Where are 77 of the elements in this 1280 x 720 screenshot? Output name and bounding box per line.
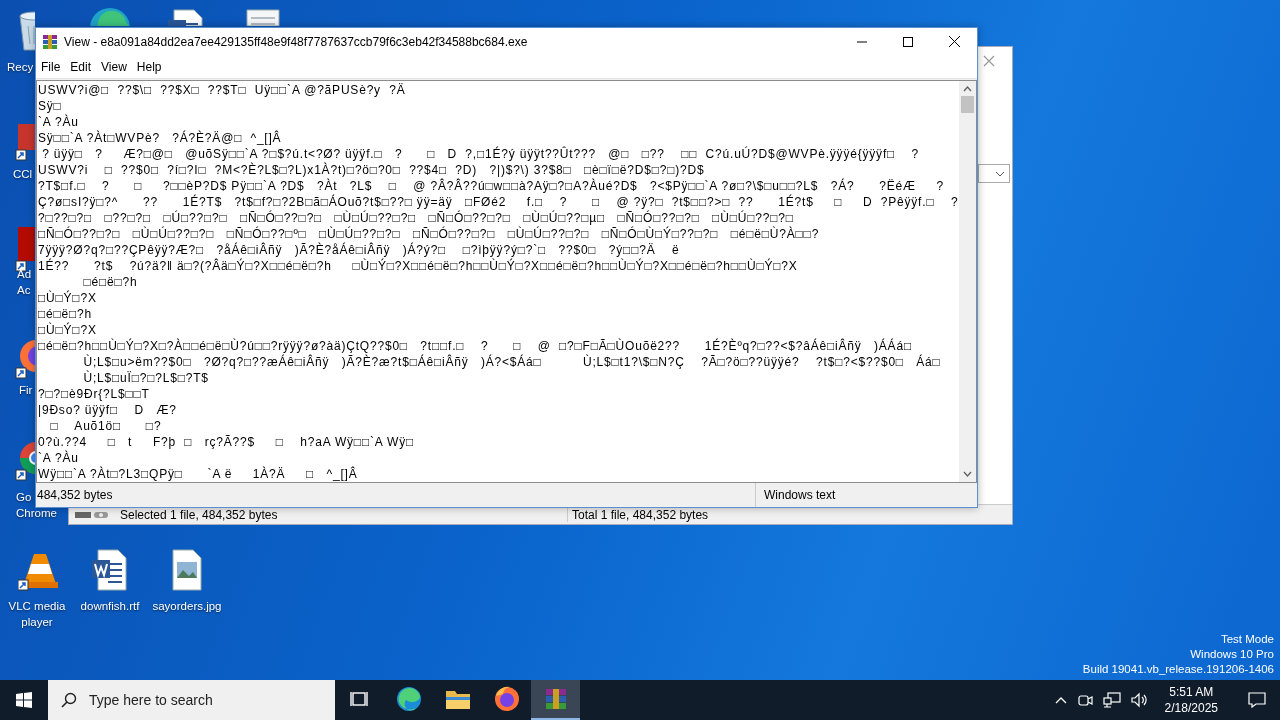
text-line: |9Ðso? üÿÿf□ D Æ? — [38, 402, 178, 418]
system-info-text: Windows 10 Pro — [1190, 647, 1274, 662]
browser-icon — [395, 686, 422, 712]
system-info-text: Test Mode — [1220, 632, 1274, 647]
chevron-down-icon — [995, 170, 1005, 177]
icon-label: CCl — [13, 167, 33, 182]
maximize-icon — [903, 36, 913, 47]
network-icon[interactable] — [1102, 692, 1121, 708]
icon-label: VLC media — [8, 599, 66, 614]
text-line: □Ù□Ý□?X — [38, 322, 98, 338]
icon-label: Ad — [17, 267, 32, 282]
icon-label: Recy — [7, 60, 34, 75]
word-document-icon[interactable] — [166, 8, 206, 26]
text-line: Ù;L$□uÏ□?□?L$□?T$ — [82, 370, 210, 386]
camera-icon[interactable] — [1076, 692, 1093, 708]
status-text: 484,352 bytes — [36, 488, 114, 502]
icon-label: downfish.rtf — [80, 599, 140, 614]
chevron-up-icon[interactable] — [1054, 696, 1067, 704]
clock-time: 5:51 AM — [1169, 684, 1214, 700]
document-icon[interactable] — [245, 8, 281, 26]
system-info-text: Build 19041.vb_release.191206-1406 — [1082, 662, 1274, 677]
text-line: □é□ë□?h — [38, 306, 94, 322]
menu-item[interactable]: Edit — [65, 59, 97, 74]
windows-logo-icon — [16, 692, 32, 708]
search-icon — [61, 692, 77, 708]
volume-icon[interactable] — [1130, 692, 1149, 708]
text-line: Sÿ□ — [38, 98, 63, 114]
text-line: Ç?ø□sI?ÿ□?^ ?? 1É?T$ ?t$□f?□?2B□ã□ÁOuõ?t$□??□ ÿÿ=äÿ □FØé2 f.□ ? □ @ ?ÿ?□ ?t$□□?>□ ?? 1É?t$ □ D ?Pêÿÿf.□ ? — [38, 194, 959, 210]
text-line: 7ÿÿÿ?Ø?q?□??ÇPêÿÿ?Æ?□ ?åÁê□iÂñÿ )Ã?È?åÁê□iÂñÿ )Á?ý?□ □?ìþÿÿ?ý□?`□ ??$0□ ?ý□□?Ä ë — [38, 242, 681, 258]
menu-item[interactable]: File — [36, 59, 66, 74]
text-line: USWV?i □ ??$0□ ?í□?I□ ?M<?È?L$□?L)x1À?t)□?ö□?0□ ??$4□ ?D) ?|)$?\) 3?$8□ □è□ï□ë?D$□?□)?D$ — [38, 162, 706, 178]
close-icon — [948, 36, 960, 47]
menu-item[interactable]: View — [96, 59, 132, 74]
menu-item[interactable]: Help — [131, 59, 167, 74]
text-line: `A ?Àu — [38, 450, 80, 466]
word-document-icon[interactable] — [90, 548, 130, 592]
text-line: ?□??□?□ □??□?□ □Ú□??□?□ □Ñ□Ó□??□?□ □Ù□Ú□??□?□ □Ñ□Ó□??□?□ □Ù□Ú□??□µ□ □Ñ□Ó□??□?□ □Ù□Ú□??□?□ — [38, 210, 795, 226]
clock[interactable]: 5:51 AM 2/18/2025 — [1158, 684, 1224, 716]
text-line: 0?ù.??4 □ t F?þ □ rç?Ã??$ □ h?aA Wÿ□□`A Wÿ□ — [38, 434, 415, 450]
text-line: ?T$□f.□ ? □ ?□□èP?D$ Pÿ□□`A ?D$ ?Àt ?L$ □ @ ?Â?Â??ú□w□□à?Aÿ□?□A?Àué?D$ ?<$Pÿ□□`A ?ø□?\$□u□□?L$ ?Á? ?ËéÆ ? — [38, 178, 945, 194]
task-view-icon — [349, 690, 370, 708]
text-line: Wÿ□□`A ?Àt□?L3□QPÿ□ `A ë 1À?Ä □ ^_[]Â — [38, 466, 359, 482]
scroll-up-icon[interactable] — [963, 86, 972, 92]
text-line: □ Auõ1ö□ □? — [49, 418, 163, 434]
text-line: ? üÿÿ□ ? Æ?□@□ @uõSÿ□□`A ?□$?ú.t<?Ø? üÿÿf.□ ? □ D ?,□1É?ý üÿÿt??Ût??? @□ □?? □□ C?ú.uÚ?D$@WVPè.ÿÿÿé{ÿÿÿf□ ? — [41, 146, 921, 162]
icon-label: sayorders.jpg — [152, 599, 222, 614]
clock-date: 2/18/2025 — [1164, 700, 1218, 716]
search-box[interactable]: Type here to search — [48, 680, 335, 720]
text-line: ?□?□è9Ðr{?L$□□T — [38, 386, 151, 402]
vertical-scrollbar[interactable] — [959, 81, 976, 482]
notification-icon[interactable] — [1248, 692, 1266, 708]
text-line: □é□ë□?h — [82, 274, 139, 290]
text-line: USWV?i@□ ??$\□ ??$X□ ??$T□ Uÿ□□`A @?ãPUSè?y ?Ä — [38, 82, 407, 98]
archive-icon — [543, 687, 568, 711]
window-title: View - e8a091a84dd2ea7ee429135ff48e9f48f7787637ccb79f6c3eb42f34588bc684.exe — [64, 34, 528, 49]
icon-label: Go — [16, 490, 32, 505]
text-line: □é□ë□?h□□Ù□Ý□?X□?À□□é□ë□Ù?ú□□?rÿÿÿ?ø?àä)ÇtQ??$0□ ?t□□f.□ ? □ @ □?□F□Ã□ÙOuõë2?? 1É?Èºq?□??<$?âÁê□iÂñÿ )ÁÁá□ — [38, 338, 913, 354]
status-text: Selected 1 file, 484,352 bytes — [120, 507, 279, 522]
text-line: Ù;L$□u>ëm??$0□ ?Ø?q?□??æÁê□iÂñÿ )Ã?È?æ?t$□Áê□iÂñÿ )Á?<$Áá□ Ù;L$□t1?\$□N?Ç ?Ã□?ö□??üÿÿé? ?t$□?<$??$0□ Áá□ — [82, 354, 942, 370]
firefox-icon — [493, 686, 520, 712]
status-text: Windows text — [755, 483, 836, 507]
text-line: □Ñ□Ó□??□?□ □Ù□Ú□??□?□ □Ñ□Ó□??□º□ □Ù□Ú□??□?□ □Ñ□Ó□??□?□ □Ù□Ú□??□?□ □Ñ□Ó□Ù□Ý□??□?□ □é□ë□Ù?À□□? — [38, 226, 821, 242]
icon-label: player — [21, 615, 53, 630]
search-field[interactable]: Type here to search — [87, 691, 331, 709]
icon-label: Ac — [17, 283, 31, 298]
archive-icon — [42, 33, 58, 50]
text-line: 1É?? ?t$ ?ú?ä?‖ ä□?(?Âä□Ý□?X□□é□ë□?h □Ù□Ý□?X□□é□ë□?h□□Ù□Ý□?X□□é□ë□?h□□Ù□Ý□?X□□é□ë□?h□□Ù□Ý□?X — [38, 258, 799, 274]
close-icon[interactable] — [983, 55, 995, 67]
scroll-thumb[interactable] — [961, 96, 974, 113]
folder-icon — [444, 688, 471, 710]
scroll-down-icon[interactable] — [963, 471, 972, 477]
text-line: □Ù□Ý□?X — [38, 290, 98, 306]
icon-label: Chrome — [16, 506, 57, 521]
text-line: Sÿ□□`A ?Àt□WVPè? ?Á?È?Ä@□ ^_[]Â — [38, 130, 283, 146]
text-line: `A ?Àu — [38, 114, 80, 130]
icon-label: Fir — [19, 383, 33, 398]
dropdown-field[interactable] — [978, 164, 1010, 183]
